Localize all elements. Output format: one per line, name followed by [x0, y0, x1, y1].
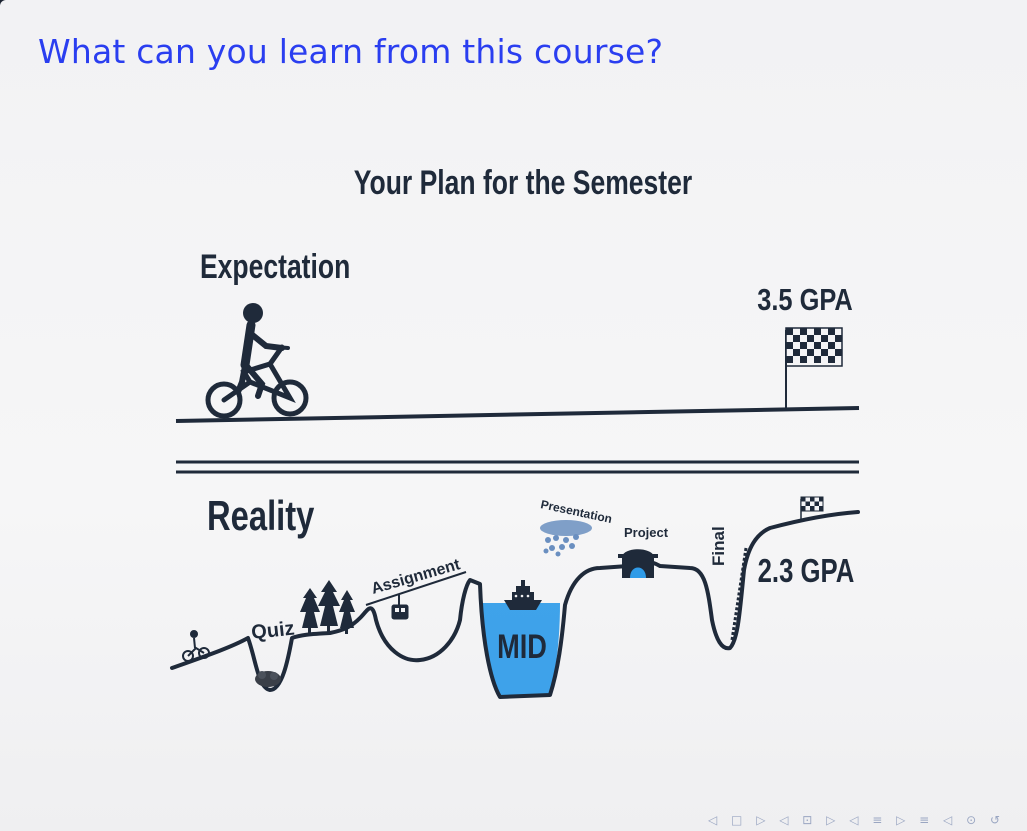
flag-square: [814, 349, 821, 356]
flag-square: [793, 356, 800, 363]
flag-square: [786, 356, 793, 363]
flag-square: [793, 349, 800, 356]
goal-gpa-label: 3.5 GPA: [757, 283, 853, 318]
milestone-project: Project: [624, 525, 669, 540]
flag-square: [821, 328, 828, 335]
flag-square: [805, 501, 810, 506]
flag-square: [814, 506, 819, 511]
flag-square: [807, 342, 814, 349]
flag-square: [793, 342, 800, 349]
figure-heading: Your Plan for the Semester: [354, 164, 693, 202]
flag-square: [835, 356, 842, 363]
flag-square: [801, 497, 806, 502]
flag-square: [828, 335, 835, 342]
result-gpa-label: 2.3 GPA: [758, 553, 855, 590]
milestone-final: Final: [709, 526, 728, 566]
flag-square: [814, 342, 821, 349]
flag-square: [800, 328, 807, 335]
flag-square: [810, 497, 815, 502]
flag-square: [801, 506, 806, 511]
flag-square: [805, 506, 810, 511]
slide: What can you learn from this course? You…: [0, 0, 1027, 831]
flag-square: [814, 501, 819, 506]
finish-flag-icon: [785, 327, 843, 408]
flag-square: [821, 349, 828, 356]
flag-square: [786, 335, 793, 342]
flag-square: [828, 342, 835, 349]
flag-square: [828, 328, 835, 335]
slide-navigation[interactable]: ◁ □ ▷ ◁ ⊡ ▷ ◁ ≡ ▷ ≡ ◁ ⊙ ↺: [708, 813, 1005, 827]
flag-square: [835, 328, 842, 335]
flag-square: [805, 497, 810, 502]
milestone-quiz: Quiz: [250, 618, 295, 644]
flag-square: [821, 356, 828, 363]
flag-square: [793, 328, 800, 335]
flag-square: [814, 335, 821, 342]
reality-label: Reality: [207, 492, 314, 539]
flag-square: [807, 328, 814, 335]
flag-square: [810, 506, 815, 511]
expectation-label: Expectation: [200, 248, 350, 286]
bridge-icon: [618, 549, 658, 578]
flag-square: [814, 497, 819, 502]
flag-square: [821, 342, 828, 349]
cyclist-icon: [205, 303, 309, 419]
quiz-pit-rocks: [255, 671, 281, 687]
flag-square: [814, 328, 821, 335]
trees-icon: [300, 580, 355, 634]
flag-square: [807, 356, 814, 363]
flag-square: [814, 356, 821, 363]
flag-square: [828, 349, 835, 356]
flag-square: [807, 349, 814, 356]
flag-square: [801, 501, 806, 506]
flag-square: [786, 349, 793, 356]
flag-square: [810, 501, 815, 506]
rain-cloud-icon: [540, 520, 592, 557]
flag-square: [786, 342, 793, 349]
semester-plan-figure: Your Plan for the Semester Expectation 3…: [170, 164, 860, 699]
flag-square: [786, 328, 793, 335]
flag-square: [835, 349, 842, 356]
flag-square: [800, 356, 807, 363]
flag-square: [807, 335, 814, 342]
flag-square: [800, 335, 807, 342]
milestone-mid: MID: [497, 627, 547, 666]
flag-square: [793, 335, 800, 342]
flag-square: [800, 342, 807, 349]
ship-icon: [504, 580, 542, 610]
flag-square: [821, 335, 828, 342]
flag-square: [800, 349, 807, 356]
flag-square: [828, 356, 835, 363]
flag-square: [835, 342, 842, 349]
flag-square: [835, 335, 842, 342]
